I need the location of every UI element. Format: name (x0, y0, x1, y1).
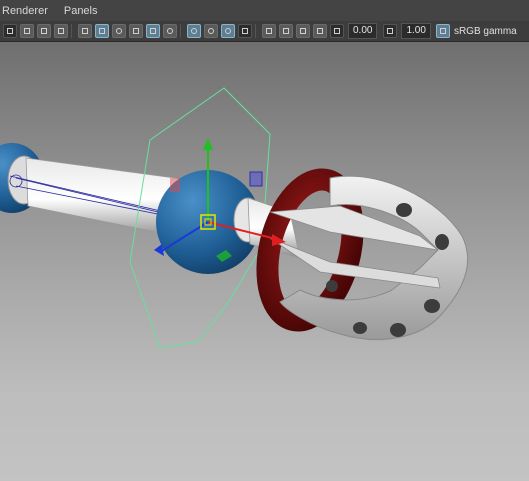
motion-blur-icon[interactable] (204, 24, 218, 38)
exposure-icon[interactable] (330, 24, 344, 38)
textured-icon[interactable] (112, 24, 126, 38)
toolbar-divider (71, 24, 72, 38)
resolution-gate-icon[interactable] (279, 24, 293, 38)
select-camera-icon[interactable] (262, 24, 276, 38)
toolbar-divider (180, 24, 181, 38)
smooth-shade-icon[interactable] (95, 24, 109, 38)
image-plane-icon[interactable] (20, 24, 34, 38)
toolbar-divider (255, 24, 256, 38)
3d-viewport[interactable] (0, 42, 529, 481)
screen-space-ao-icon[interactable] (187, 24, 201, 38)
safe-title-icon[interactable] (296, 24, 310, 38)
y-axis-arrow-icon[interactable] (203, 138, 213, 150)
shadows-icon[interactable] (163, 24, 177, 38)
menu-panels[interactable]: Panels (62, 5, 98, 17)
lighting-icon[interactable] (146, 24, 160, 38)
color-space-label[interactable]: sRGB gamma (454, 26, 517, 37)
gamma-field[interactable]: 1.00 (401, 23, 431, 39)
xy-plane-handle[interactable] (249, 171, 263, 187)
isolate-select-icon[interactable] (221, 24, 235, 38)
xray-icon[interactable] (129, 24, 143, 38)
yz-plane-handle[interactable] (170, 178, 180, 192)
film-gate-icon[interactable] (54, 24, 68, 38)
color-management-icon[interactable] (435, 24, 450, 38)
gamma-icon[interactable] (383, 24, 398, 38)
camera-icon[interactable] (3, 24, 17, 38)
exposure-field[interactable]: 0.00 (348, 23, 378, 39)
wireframe-icon[interactable] (78, 24, 92, 38)
viewport-toolbar: 0.00 1.00 sRGB gamma (0, 21, 529, 42)
xray-joints-icon[interactable] (238, 24, 252, 38)
field-chart-icon[interactable] (313, 24, 327, 38)
grid-toggle-icon[interactable] (37, 24, 51, 38)
menu-renderer[interactable]: Renderer (0, 5, 48, 17)
menu-bar: Renderer Panels (0, 0, 529, 22)
viewport-scene (0, 87, 469, 349)
